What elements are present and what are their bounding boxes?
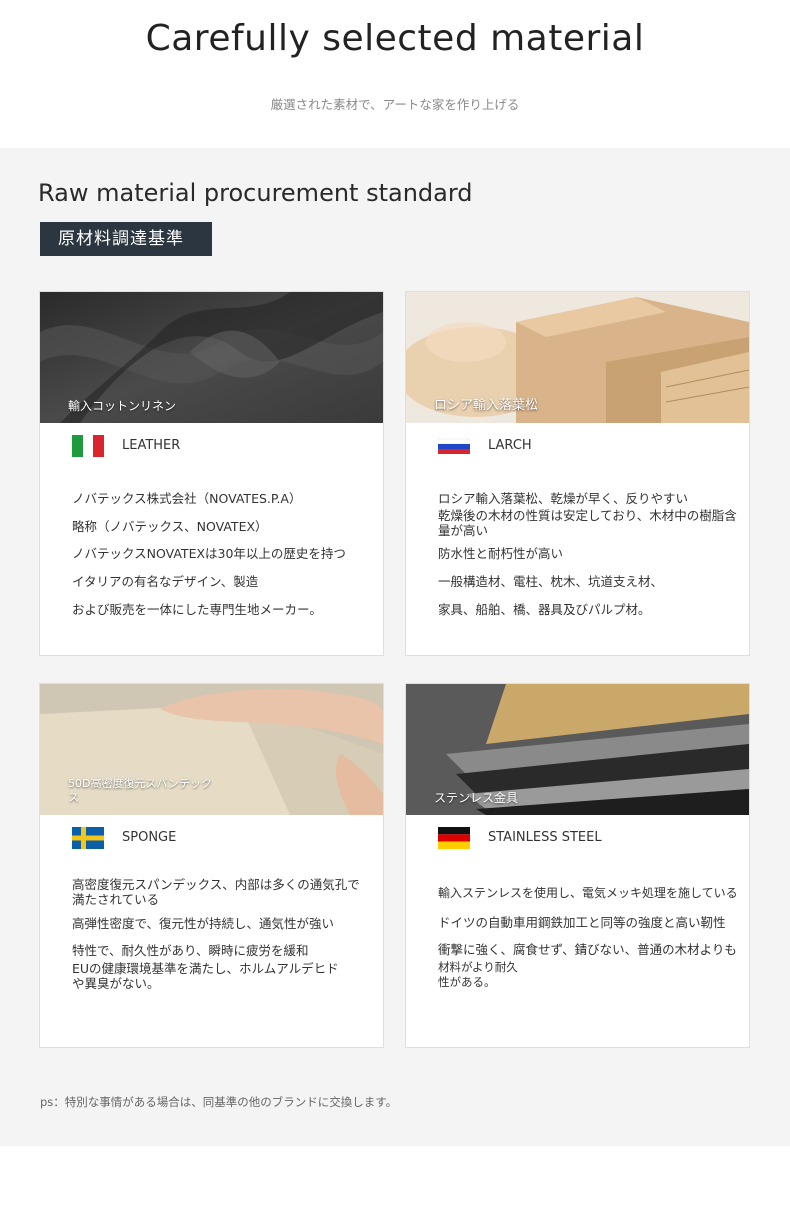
- description-line: 衝撃に強く、腐食せず、錆びない、普通の木材よりも: [438, 942, 737, 957]
- description-line: イタリアの有名なデザイン、製造: [72, 574, 259, 589]
- description-line: 材料がより耐久性がある。: [438, 960, 518, 989]
- material-name: LARCH: [488, 438, 532, 453]
- material-section: Raw material procurement standard 原材料調達基…: [0, 148, 790, 1146]
- material-card-leather: 輸入コットンリネン LEATHER ノバテックス株式会社（NOVATES.P.A…: [39, 291, 384, 656]
- description-line: ロシア輸入落葉松、乾燥が早く、反りやすい: [438, 491, 689, 506]
- material-name: SPONGE: [122, 830, 177, 845]
- russia-flag-icon: [438, 438, 470, 454]
- image-caption: 輸入コットンリネン: [68, 399, 177, 413]
- description-line: ドイツの自動車用鋼鉄加工と同等の強度と高い靭性: [438, 915, 726, 930]
- image-caption: ロシア輸入落葉松: [434, 398, 539, 413]
- material-card-sponge: 50D高密度復元スパンデックス SPONGE 高密度復元スパンデックス、内部は多…: [39, 683, 384, 1048]
- page-title: Carefully selected material: [145, 18, 645, 59]
- header: Carefully selected material 厳選された素材で、アート…: [0, 0, 790, 148]
- page-subtitle: 厳選された素材で、アートな家を作り上げる: [270, 97, 520, 112]
- description-line: ノバテックス株式会社（NOVATES.P.A）: [72, 491, 302, 506]
- description-line: EUの健康環境基準を満たし、ホルムアルデヒドや異臭がない。: [72, 961, 339, 991]
- material-card-larch: ロシア輸入落葉松 LARCH ロシア輸入落葉松、乾燥が早く、反りやすい 乾燥後の…: [405, 291, 750, 656]
- description-line: 一般構造材、電柱、枕木、坑道支え材、: [438, 574, 664, 589]
- image-caption: ステンレス金具: [434, 791, 519, 805]
- sponge-image: 50D高密度復元スパンデックス: [40, 684, 383, 815]
- description-line: 防水性と耐朽性が高い: [438, 546, 564, 561]
- description-line: および販売を一体にした専門生地メーカー。: [72, 602, 322, 617]
- description-line: 家具、船舶、橋、器具及びパルプ材。: [438, 602, 651, 617]
- description-line: ノバテックスNOVATEXは30年以上の歴史を持つ: [72, 546, 346, 561]
- section-badge: 原材料調達基準: [40, 222, 212, 256]
- germany-flag-icon: [438, 827, 470, 849]
- description-line: 乾燥後の木材の性質は安定しており、木材中の樹脂含量が高い: [438, 508, 737, 538]
- description-line: 特性で、耐久性があり、瞬時に疲労を緩和: [72, 943, 309, 958]
- material-name: LEATHER: [122, 438, 181, 453]
- material-name: STAINLESS STEEL: [488, 830, 602, 845]
- wood-image: ロシア輸入落葉松: [406, 292, 749, 423]
- fabric-image: 輸入コットンリネン: [40, 292, 383, 423]
- image-caption: 50D高密度復元スパンデックス: [68, 777, 213, 804]
- sweden-flag-icon: [72, 827, 104, 849]
- section-title: Raw material procurement standard: [38, 179, 473, 207]
- italy-flag-icon: [72, 435, 104, 457]
- description-line: 略称（ノバテックス、NOVATEX）: [72, 519, 268, 534]
- description-line: 高弾性密度で、復元性が持続し、通気性が強い: [72, 916, 335, 931]
- footnote: ps：特別な事情がある場合は、同基準の他のブランドに交換します。: [40, 1095, 398, 1109]
- material-card-stainless-steel: ステンレス金具 STAINLESS STEEL 輸入ステンレスを使用し、電気メッ…: [405, 683, 750, 1048]
- description-line: 高密度復元スパンデックス、内部は多くの通気孔で満たされている: [72, 877, 360, 907]
- description-line: 輸入ステンレスを使用し、電気メッキ処理を施している: [438, 886, 738, 900]
- steel-image: ステンレス金具: [406, 684, 749, 815]
